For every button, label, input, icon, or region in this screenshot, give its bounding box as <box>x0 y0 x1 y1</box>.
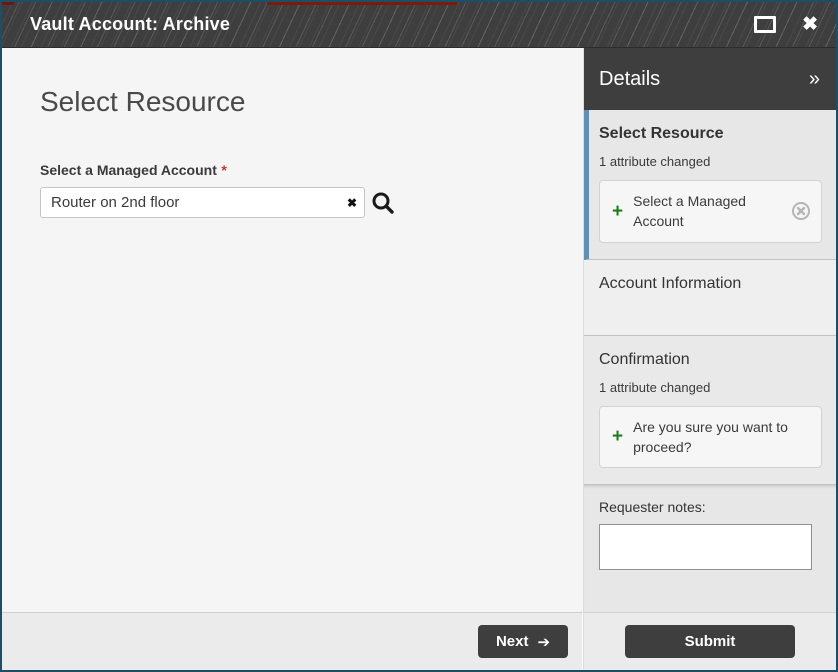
attribute-added-icon: + <box>612 427 623 446</box>
requester-notes-label: Requester notes: <box>599 499 706 515</box>
details-header: Details » <box>584 48 836 110</box>
required-marker: * <box>221 162 226 178</box>
requester-notes-input[interactable] <box>599 524 812 570</box>
close-icon[interactable]: ✖ <box>802 15 818 34</box>
main-footer: Next ➔ <box>2 612 583 670</box>
clear-input-icon[interactable]: ✖ <box>347 196 357 210</box>
titlebar: Vault Account: Archive ✖ <box>2 2 836 48</box>
managed-account-input[interactable] <box>40 187 365 218</box>
next-button[interactable]: Next ➔ <box>478 625 568 658</box>
search-icon[interactable] <box>370 190 396 216</box>
details-sidebar: Details » Select Resource 1 attribute ch… <box>583 48 836 670</box>
section-title: Account Information <box>599 275 822 293</box>
details-title: Details <box>599 68 660 91</box>
dialog-body: Select Resource Select a Managed Account… <box>2 48 836 670</box>
sidebar-section-confirmation[interactable]: Confirmation 1 attribute changed + Are y… <box>584 336 836 486</box>
managed-account-field: Select a Managed Account * ✖ <box>40 162 563 218</box>
titlebar-red-accent <box>267 2 457 5</box>
managed-account-label: Select a Managed Account <box>40 162 217 178</box>
attribute-added-icon: + <box>612 202 623 221</box>
window-controls: ✖ <box>754 15 818 34</box>
vault-account-dialog: Vault Account: Archive ✖ Select Resource… <box>0 0 838 672</box>
managed-account-input-row: ✖ <box>40 187 563 218</box>
changed-attribute-card[interactable]: + Are you sure you want to proceed? <box>599 406 822 469</box>
changed-attribute-text: Select a Managed Account <box>633 191 781 232</box>
section-title: Confirmation <box>599 351 822 369</box>
collapse-sidebar-icon[interactable]: » <box>809 68 820 91</box>
section-status: 1 attribute changed <box>599 380 822 395</box>
managed-account-input-wrap: ✖ <box>40 187 365 218</box>
section-status: 1 attribute changed <box>599 154 822 169</box>
sidebar-section-account-information[interactable]: Account Information <box>584 260 836 336</box>
arrow-right-icon: ➔ <box>537 633 550 651</box>
changed-attribute-card[interactable]: + Select a Managed Account <box>599 180 822 243</box>
section-title: Select Resource <box>599 125 822 143</box>
page-title: Select Resource <box>40 86 563 118</box>
changed-attribute-text: Are you sure you want to proceed? <box>633 417 811 458</box>
sidebar-footer: Submit <box>584 612 836 670</box>
maximize-icon[interactable] <box>754 16 776 33</box>
remove-attribute-icon[interactable] <box>791 201 811 221</box>
main-panel: Select Resource Select a Managed Account… <box>2 48 583 670</box>
window-title: Vault Account: Archive <box>30 14 230 35</box>
main-content: Select Resource Select a Managed Account… <box>2 48 583 612</box>
requester-notes-section: Requester notes: <box>584 485 836 612</box>
sidebar-section-select-resource[interactable]: Select Resource 1 attribute changed + Se… <box>584 110 836 260</box>
next-button-label: Next <box>496 633 529 650</box>
titlebar-red-accent-left <box>2 2 14 5</box>
submit-button[interactable]: Submit <box>625 625 795 658</box>
